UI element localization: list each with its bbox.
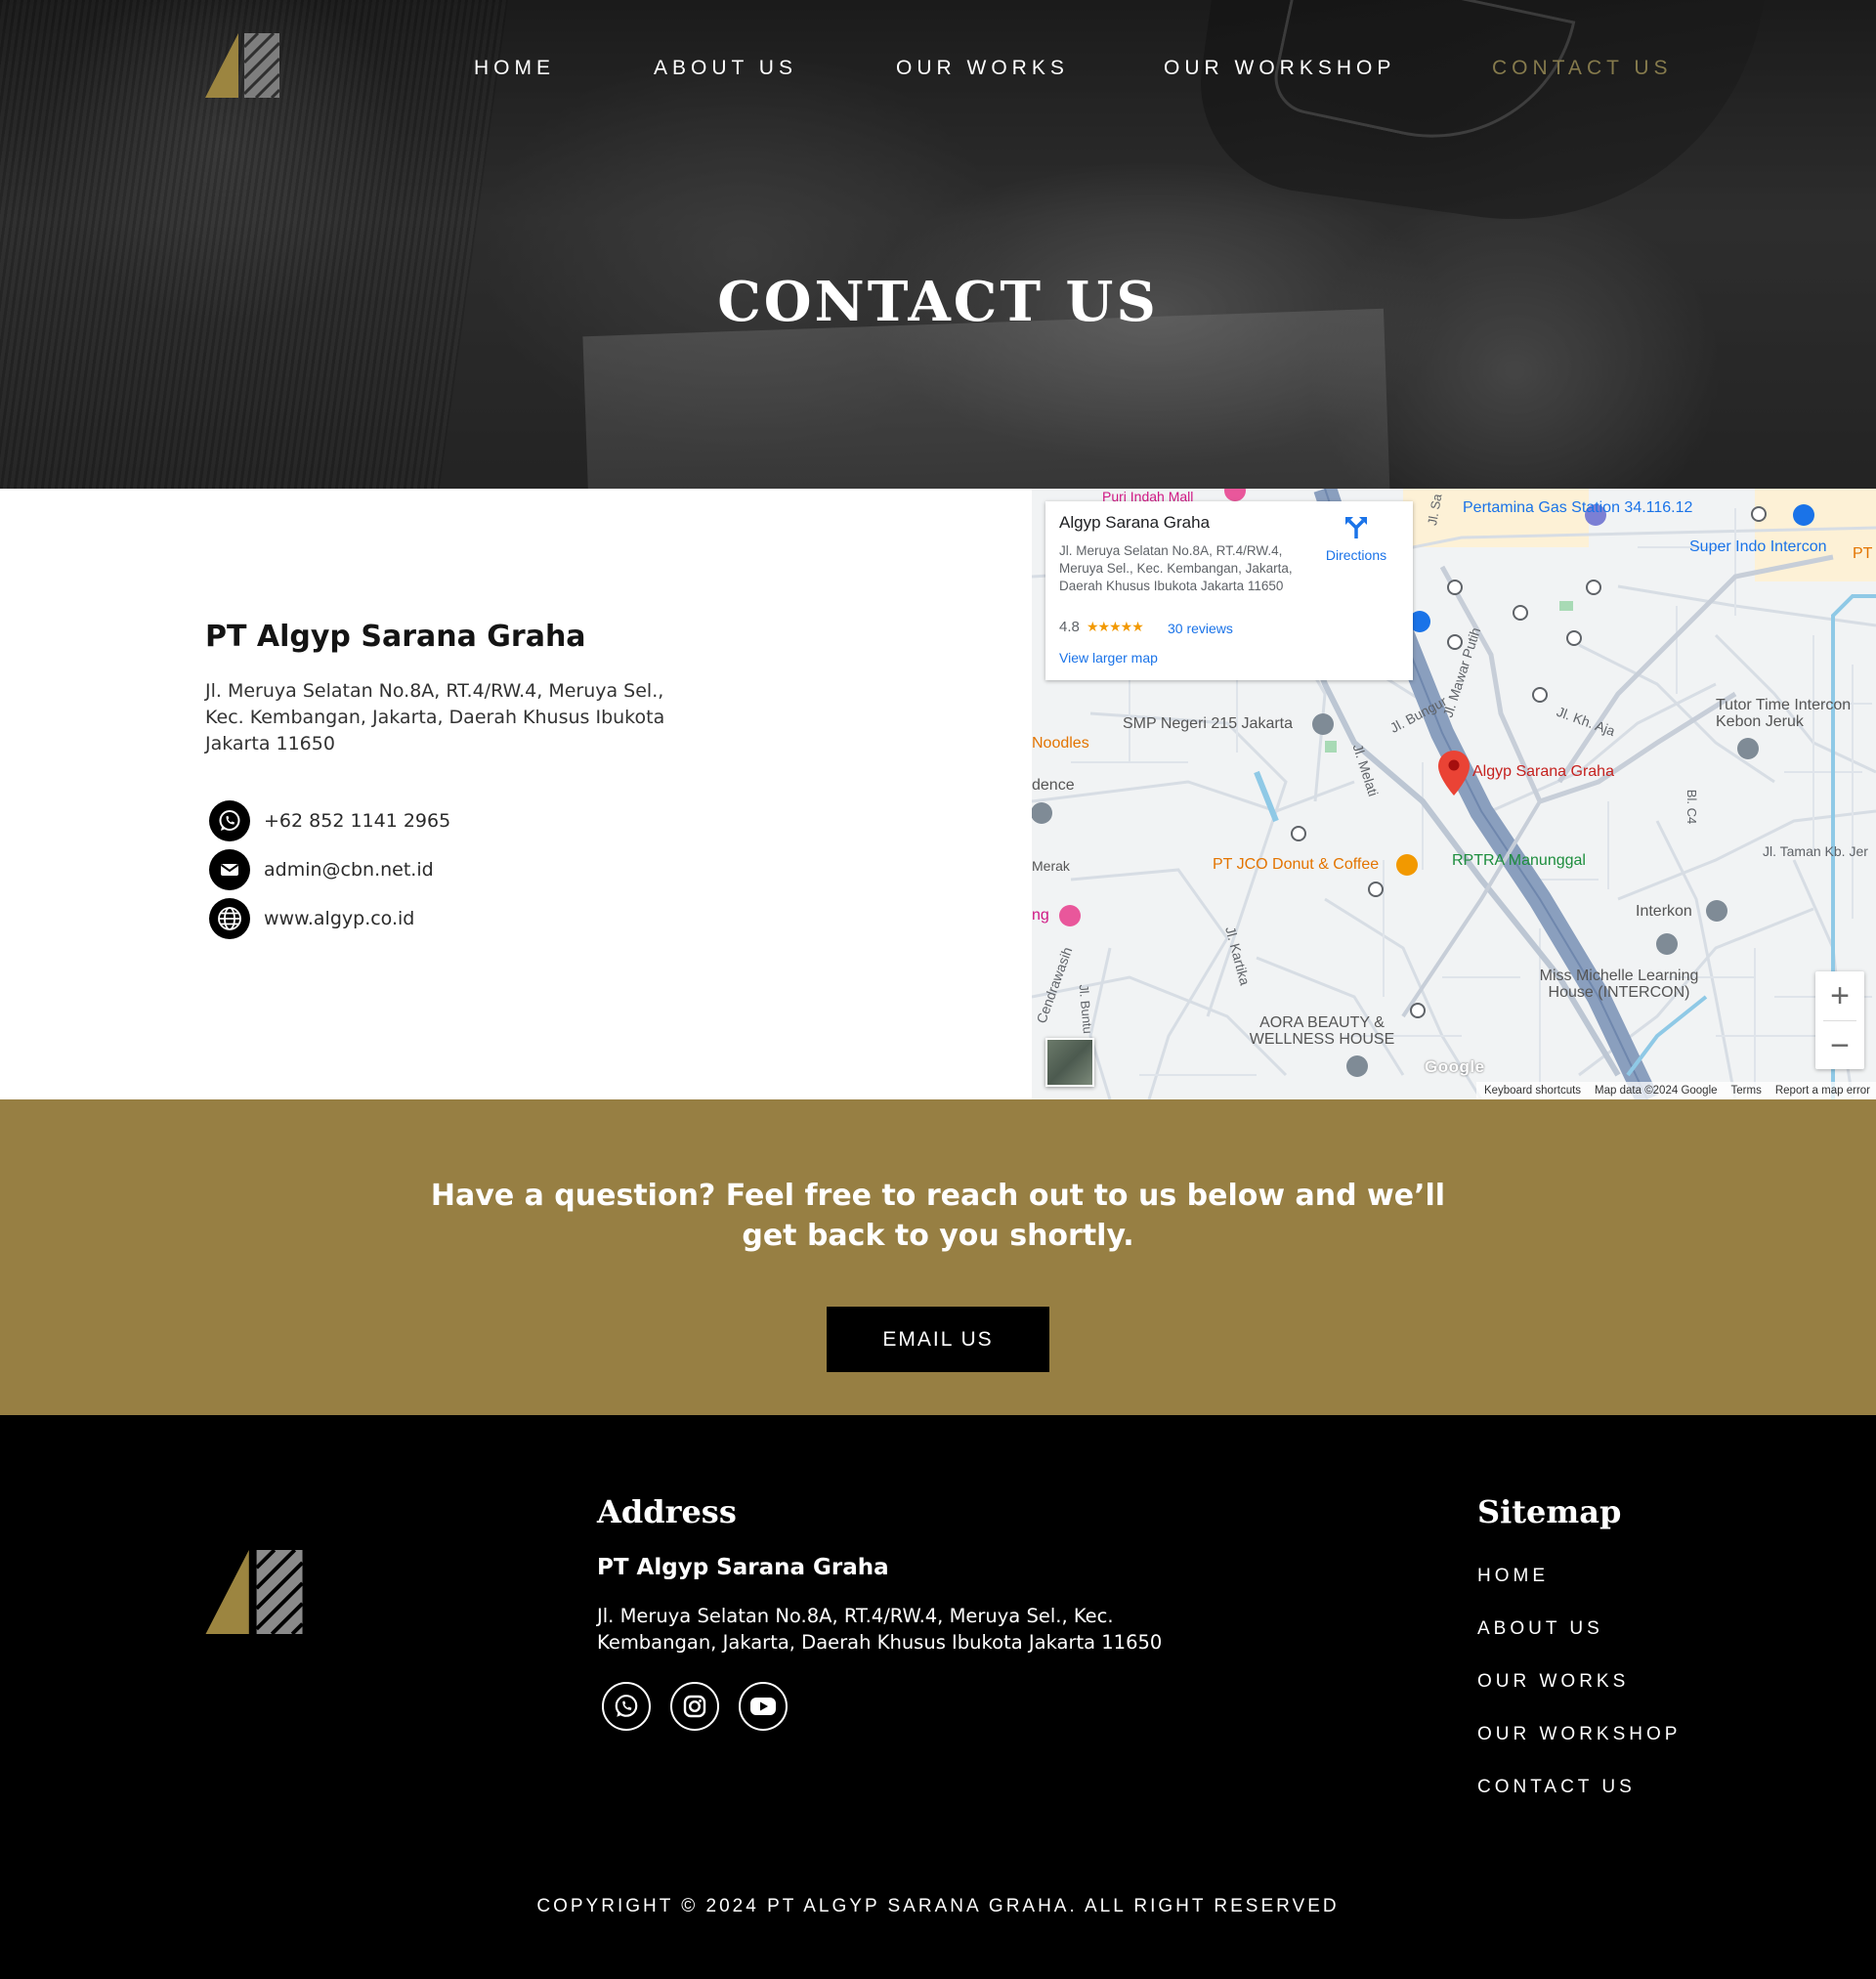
nav-contact-us[interactable]: CONTACT US bbox=[1492, 57, 1673, 80]
keyboard-shortcuts-link[interactable]: Keyboard shortcuts bbox=[1484, 1085, 1581, 1097]
map-pin-label: Algyp Sarana Graha bbox=[1472, 763, 1614, 780]
page-title: CONTACT US bbox=[717, 270, 1159, 334]
main-nav: HOME ABOUT US OUR WORKS OUR WORKSHOP CON… bbox=[0, 57, 1876, 86]
map-label-noodles: Noodles bbox=[1032, 735, 1089, 752]
hero-banner: HOME ABOUT US OUR WORKS OUR WORKSHOP CON… bbox=[0, 0, 1876, 489]
company-name: PT Algyp Sarana Graha bbox=[205, 620, 586, 654]
sitemap-our-works[interactable]: OUR WORKS bbox=[1477, 1671, 1629, 1693]
whatsapp-icon bbox=[209, 800, 250, 841]
google-map[interactable]: Pertamina Gas Station 34.116.12 Super In… bbox=[1032, 489, 1876, 1099]
nav-our-workshop[interactable]: OUR WORKSHOP bbox=[1164, 57, 1395, 80]
website-url: www.algyp.co.id bbox=[264, 908, 415, 929]
map-card-reviews-link[interactable]: 30 reviews bbox=[1168, 621, 1233, 636]
email-us-button[interactable]: EMAIL US bbox=[827, 1307, 1049, 1372]
directions-label: Directions bbox=[1325, 547, 1387, 563]
phone-number: +62 852 1141 2965 bbox=[264, 810, 451, 832]
footer-logo[interactable] bbox=[205, 1550, 303, 1634]
zoom-in-button[interactable]: + bbox=[1815, 971, 1864, 1020]
view-larger-map-link[interactable]: View larger map bbox=[1059, 650, 1158, 666]
map-data-text: Map data ©2024 Google bbox=[1595, 1085, 1718, 1097]
map-label-superindo: Super Indo Intercon bbox=[1689, 538, 1827, 555]
sitemap-about-us[interactable]: ABOUT US bbox=[1477, 1618, 1603, 1640]
mail-icon bbox=[209, 849, 250, 890]
terms-link[interactable]: Terms bbox=[1731, 1085, 1762, 1097]
map-card-title: Algyp Sarana Graha bbox=[1059, 513, 1211, 532]
company-address: Jl. Meruya Selatan No.8A, RT.4/RW.4, Mer… bbox=[205, 680, 665, 754]
nav-about-us[interactable]: ABOUT US bbox=[654, 57, 797, 80]
map-road-taman: Jl. Taman Kb. Jer bbox=[1763, 843, 1868, 859]
footer-company-name: PT Algyp Sarana Graha bbox=[597, 1555, 889, 1580]
map-zoom-controls: + − bbox=[1815, 971, 1864, 1069]
map-card-address: Jl. Meruya Selatan No.8A, RT.4/RW.4, Mer… bbox=[1059, 543, 1293, 593]
contact-website[interactable]: www.algyp.co.id bbox=[209, 898, 414, 939]
globe-icon bbox=[209, 898, 250, 939]
map-label-jco: PT JCO Donut & Coffee bbox=[1213, 856, 1380, 873]
map-label-ng: ng bbox=[1032, 907, 1049, 924]
map-label-pt-right: PT & C bbox=[1853, 545, 1876, 562]
rating-stars-icon: ★★★★★ bbox=[1087, 619, 1144, 634]
logo-icon bbox=[205, 1550, 303, 1634]
site-footer: Address PT Algyp Sarana Graha Jl. Meruya… bbox=[0, 1415, 1876, 1979]
cta-section: Have a question? Feel free to reach out … bbox=[0, 1099, 1876, 1415]
zoom-out-button[interactable]: − bbox=[1815, 1021, 1864, 1070]
map-label-smp: SMP Negeri 215 Jakarta bbox=[1123, 715, 1294, 732]
map-label-aora: AORA BEAUTY & WELLNESS HOUSE bbox=[1249, 1014, 1395, 1048]
map-attribution-bar: Keyboard shortcuts Map data ©2024 Google… bbox=[1475, 1082, 1876, 1099]
nav-our-works[interactable]: OUR WORKS bbox=[896, 57, 1069, 80]
youtube-icon[interactable] bbox=[739, 1682, 788, 1731]
copyright-text: COPYRIGHT © 2024 PT ALGYP SARANA GRAHA. … bbox=[536, 1896, 1340, 1916]
map-label-pertamina: Pertamina Gas Station 34.116.12 bbox=[1463, 499, 1693, 516]
map-label-merak: Merak bbox=[1032, 858, 1070, 874]
map-label-dence: dence bbox=[1032, 777, 1075, 794]
cta-text: Have a question? Feel free to reach out … bbox=[430, 1179, 1446, 1253]
map-road-bl-c4: Bl. C4 bbox=[1684, 789, 1700, 825]
nav-home[interactable]: HOME bbox=[474, 57, 555, 80]
directions-button[interactable]: Directions bbox=[1307, 515, 1405, 563]
footer-address: Jl. Meruya Selatan No.8A, RT.4/RW.4, Mer… bbox=[597, 1605, 1163, 1654]
report-map-error-link[interactable]: Report a map error bbox=[1775, 1085, 1870, 1097]
map-label-rptra: RPTRA Manunggal bbox=[1452, 852, 1586, 869]
directions-icon bbox=[1343, 517, 1369, 544]
map-label-interkon: Interkon bbox=[1636, 903, 1692, 920]
map-layers-button[interactable] bbox=[1045, 1038, 1094, 1087]
sitemap-home[interactable]: HOME bbox=[1477, 1566, 1549, 1587]
contact-email[interactable]: admin@cbn.net.id bbox=[209, 849, 434, 890]
whatsapp-icon[interactable] bbox=[602, 1682, 651, 1731]
google-logo: Google bbox=[1425, 1057, 1485, 1076]
map-card-rating: 4.8 bbox=[1059, 619, 1080, 635]
map-pin-icon[interactable] bbox=[1438, 751, 1470, 799]
contact-phone[interactable]: +62 852 1141 2965 bbox=[209, 800, 450, 841]
map-label-miss-michelle: Miss Michelle Learning House (INTERCON) bbox=[1539, 968, 1699, 1001]
sitemap-our-workshop[interactable]: OUR WORKSHOP bbox=[1477, 1724, 1681, 1745]
contact-section: PT Algyp Sarana Graha Jl. Meruya Selatan… bbox=[0, 489, 1876, 1099]
map-info-card: Algyp Sarana Graha Jl. Meruya Selatan No… bbox=[1045, 501, 1413, 680]
instagram-icon[interactable] bbox=[670, 1682, 719, 1731]
footer-address-heading: Address bbox=[597, 1493, 737, 1530]
map-label-tutor: Tutor Time Intercon Kebon Jeruk bbox=[1716, 697, 1852, 730]
email-address: admin@cbn.net.id bbox=[264, 859, 434, 881]
footer-sitemap-heading: Sitemap bbox=[1477, 1493, 1622, 1530]
sitemap-contact-us[interactable]: CONTACT US bbox=[1477, 1777, 1636, 1798]
